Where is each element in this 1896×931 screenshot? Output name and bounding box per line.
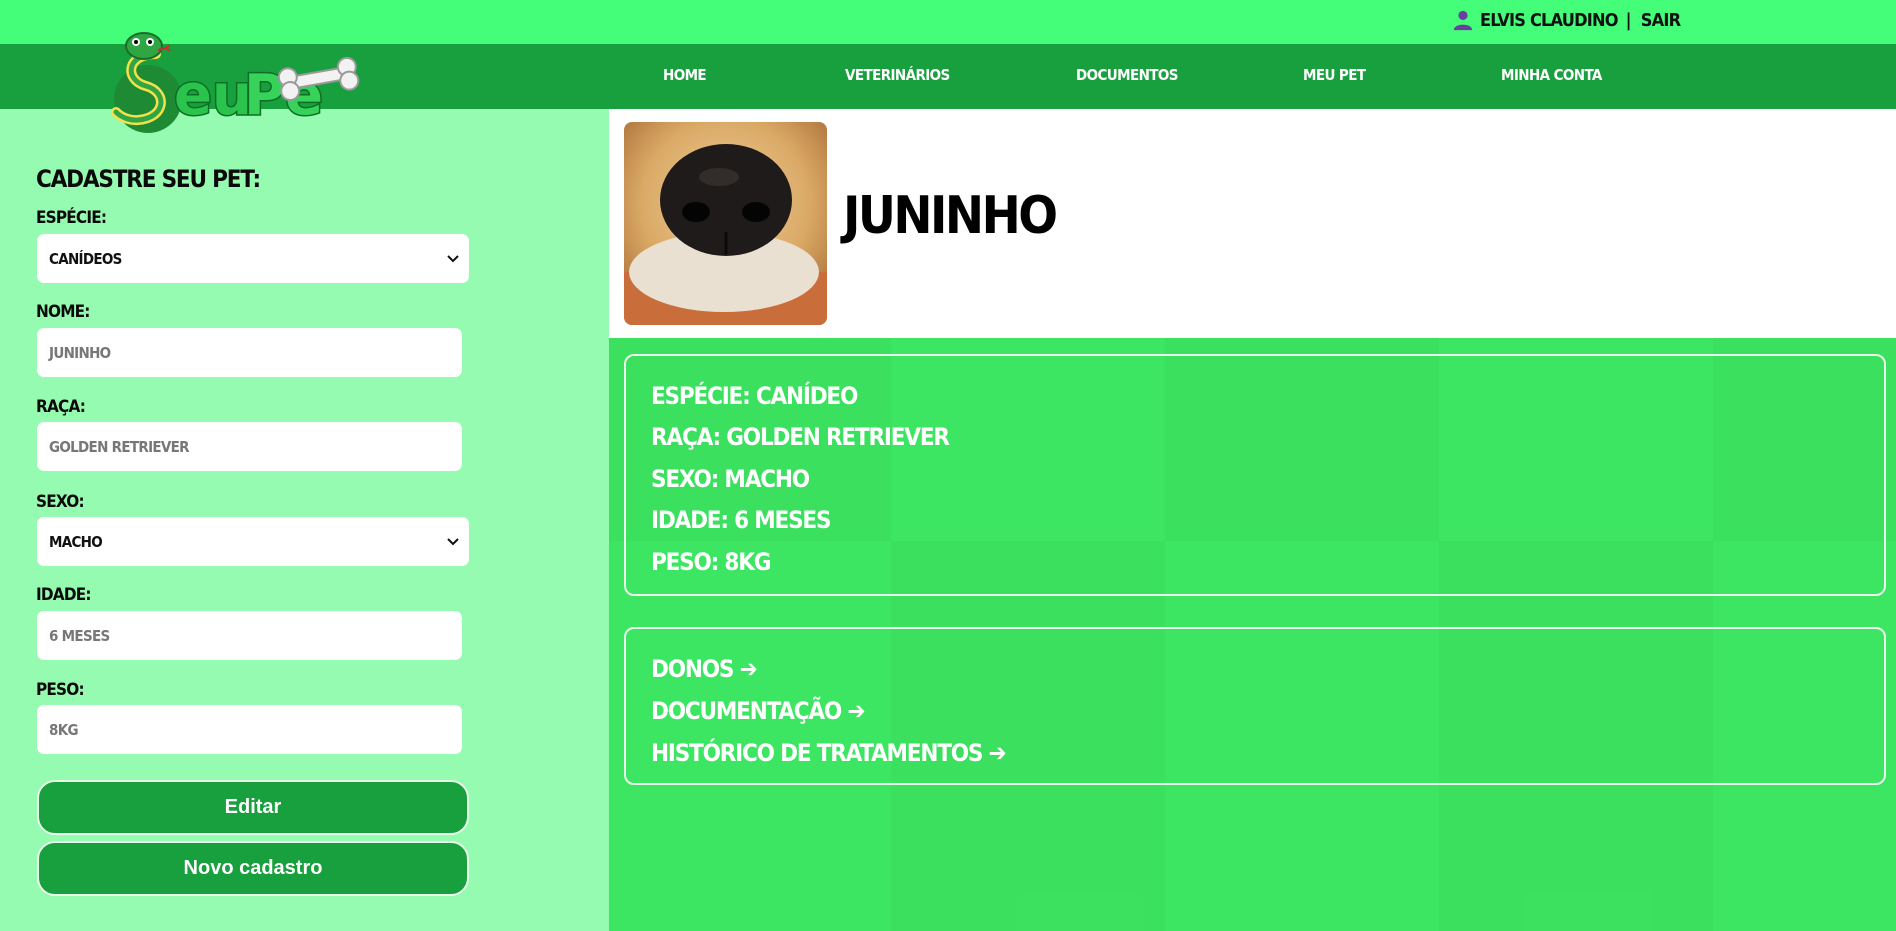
- svg-text:eu: eu: [174, 63, 252, 128]
- form-title: CADASTRE SEU PET:: [36, 165, 261, 193]
- link-treatment-history[interactable]: HISTÓRICO DE TRATAMENTOS ➔: [651, 739, 1007, 767]
- nav-documents[interactable]: DOCUMENTOS: [1076, 66, 1178, 84]
- nav-veterinarians[interactable]: VETERINÁRIOS: [845, 66, 950, 84]
- detail-species: ESPÉCIE: CANÍDEO: [651, 382, 858, 410]
- seupet-logo[interactable]: eu Pe: [106, 32, 366, 138]
- sex-label: SEXO:: [36, 492, 85, 512]
- user-separator: |: [1625, 9, 1632, 31]
- chevron-down-icon: [447, 254, 459, 262]
- detail-age: IDADE: 6 MESES: [651, 506, 832, 534]
- breed-input[interactable]: GOLDEN RETRIEVER: [37, 422, 462, 471]
- nav-home[interactable]: HOME: [663, 66, 707, 84]
- weight-input[interactable]: 8KG: [37, 705, 462, 754]
- snake-icon: [111, 32, 182, 133]
- weight-label: PESO:: [36, 680, 85, 700]
- name-input[interactable]: JUNINHO: [37, 328, 462, 377]
- nav-my-account[interactable]: MINHA CONTA: [1501, 66, 1602, 84]
- species-select[interactable]: CANÍDEOS: [37, 234, 469, 283]
- species-select-value: CANÍDEOS: [49, 249, 122, 268]
- detail-breed: RAÇA: GOLDEN RETRIEVER: [651, 423, 950, 451]
- species-label: ESPÉCIE:: [36, 208, 107, 228]
- pet-photo[interactable]: [624, 122, 827, 325]
- user-icon: [1453, 10, 1473, 31]
- pet-name-heading: JUNINHO: [843, 186, 1058, 246]
- detail-weight: PESO: 8KG: [651, 548, 772, 576]
- nav-my-pet[interactable]: MEU PET: [1303, 66, 1366, 84]
- link-owners[interactable]: DONOS ➔: [651, 655, 758, 683]
- sex-select-value: MACHO: [49, 532, 103, 551]
- edit-button[interactable]: Editar: [37, 780, 469, 835]
- sex-select[interactable]: MACHO: [37, 517, 469, 566]
- breed-label: RAÇA:: [36, 397, 86, 417]
- chevron-down-icon: [447, 537, 459, 545]
- link-documentation[interactable]: DOCUMENTAÇÃO ➔: [651, 697, 865, 725]
- name-label: NOME:: [36, 302, 90, 322]
- logout-link[interactable]: SAIR: [1641, 10, 1681, 31]
- user-area: ELVIS CLAUDINO | SAIR: [1452, 8, 1681, 32]
- user-name[interactable]: ELVIS CLAUDINO: [1480, 10, 1618, 31]
- new-register-button[interactable]: Novo cadastro: [37, 841, 469, 896]
- age-input[interactable]: 6 MESES: [37, 611, 462, 660]
- age-label: IDADE:: [36, 585, 91, 605]
- detail-sex: SEXO: MACHO: [651, 465, 810, 493]
